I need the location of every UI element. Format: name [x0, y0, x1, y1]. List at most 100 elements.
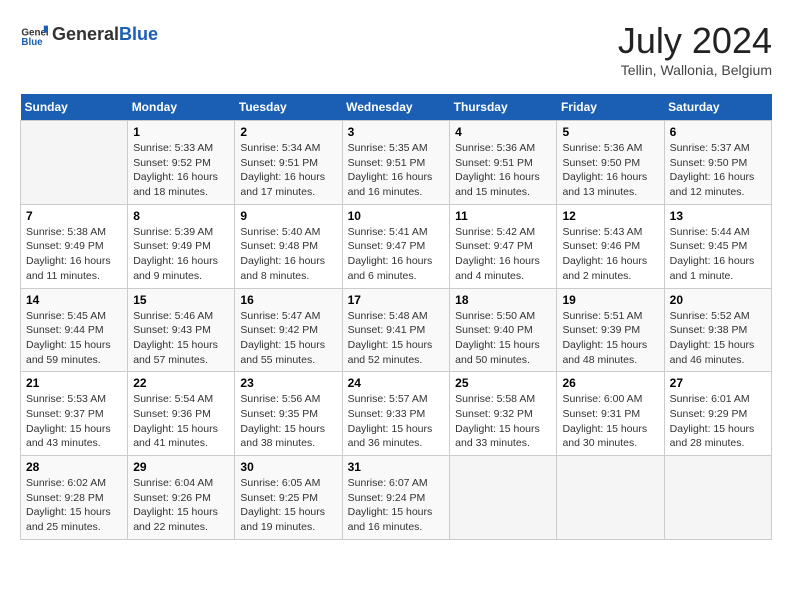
- logo-icon: General Blue: [20, 20, 48, 48]
- calendar-cell: 15 Sunrise: 5:46 AMSunset: 9:43 PMDayligh…: [128, 288, 235, 372]
- day-number: 26: [562, 376, 658, 390]
- calendar-cell: 17 Sunrise: 5:48 AMSunset: 9:41 PMDayligh…: [342, 288, 450, 372]
- day-number: 31: [348, 460, 445, 474]
- calendar-week-row: 14 Sunrise: 5:45 AMSunset: 9:44 PMDayligh…: [21, 288, 772, 372]
- calendar-cell: 31 Sunrise: 6:07 AMSunset: 9:24 PMDayligh…: [342, 456, 450, 540]
- day-detail: Sunrise: 5:50 AMSunset: 9:40 PMDaylight:…: [455, 309, 551, 368]
- day-number: 25: [455, 376, 551, 390]
- svg-text:Blue: Blue: [21, 37, 43, 48]
- day-number: 22: [133, 376, 229, 390]
- day-detail: Sunrise: 6:05 AMSunset: 9:25 PMDaylight:…: [240, 476, 336, 535]
- calendar-cell: 23 Sunrise: 5:56 AMSunset: 9:35 PMDayligh…: [235, 372, 342, 456]
- day-detail: Sunrise: 5:41 AMSunset: 9:47 PMDaylight:…: [348, 225, 445, 284]
- day-detail: Sunrise: 5:56 AMSunset: 9:35 PMDaylight:…: [240, 392, 336, 451]
- calendar-cell: 10 Sunrise: 5:41 AMSunset: 9:47 PMDayligh…: [342, 204, 450, 288]
- day-detail: Sunrise: 5:52 AMSunset: 9:38 PMDaylight:…: [670, 309, 766, 368]
- day-number: 24: [348, 376, 445, 390]
- day-detail: Sunrise: 5:43 AMSunset: 9:46 PMDaylight:…: [562, 225, 658, 284]
- location-subtitle: Tellin, Wallonia, Belgium: [618, 62, 772, 78]
- day-of-week-header: Saturday: [664, 94, 771, 121]
- day-number: 17: [348, 293, 445, 307]
- day-detail: Sunrise: 5:45 AMSunset: 9:44 PMDaylight:…: [26, 309, 122, 368]
- day-number: 6: [670, 125, 766, 139]
- page-header: General Blue GeneralBlue July 2024 Telli…: [20, 20, 772, 78]
- calendar-cell: 25 Sunrise: 5:58 AMSunset: 9:32 PMDayligh…: [450, 372, 557, 456]
- calendar-cell: 20 Sunrise: 5:52 AMSunset: 9:38 PMDayligh…: [664, 288, 771, 372]
- day-detail: Sunrise: 5:39 AMSunset: 9:49 PMDaylight:…: [133, 225, 229, 284]
- calendar-header-row: SundayMondayTuesdayWednesdayThursdayFrid…: [21, 94, 772, 121]
- calendar-week-row: 28 Sunrise: 6:02 AMSunset: 9:28 PMDayligh…: [21, 456, 772, 540]
- day-detail: Sunrise: 5:33 AMSunset: 9:52 PMDaylight:…: [133, 141, 229, 200]
- day-of-week-header: Tuesday: [235, 94, 342, 121]
- day-of-week-header: Thursday: [450, 94, 557, 121]
- logo-text: General: [52, 24, 119, 44]
- day-number: 27: [670, 376, 766, 390]
- day-detail: Sunrise: 5:53 AMSunset: 9:37 PMDaylight:…: [26, 392, 122, 451]
- day-of-week-header: Monday: [128, 94, 235, 121]
- calendar-cell: 3 Sunrise: 5:35 AMSunset: 9:51 PMDaylight…: [342, 121, 450, 205]
- calendar-cell: [664, 456, 771, 540]
- day-number: 4: [455, 125, 551, 139]
- day-number: 11: [455, 209, 551, 223]
- calendar-cell: 12Sunrise: 5:43 AMSunset: 9:46 PMDayligh…: [557, 204, 664, 288]
- calendar-cell: 14 Sunrise: 5:45 AMSunset: 9:44 PMDayligh…: [21, 288, 128, 372]
- day-detail: Sunrise: 6:07 AMSunset: 9:24 PMDaylight:…: [348, 476, 445, 535]
- calendar-week-row: 21Sunrise: 5:53 AMSunset: 9:37 PMDayligh…: [21, 372, 772, 456]
- day-detail: Sunrise: 5:48 AMSunset: 9:41 PMDaylight:…: [348, 309, 445, 368]
- calendar-table: SundayMondayTuesdayWednesdayThursdayFrid…: [20, 94, 772, 540]
- day-of-week-header: Wednesday: [342, 94, 450, 121]
- day-detail: Sunrise: 6:02 AMSunset: 9:28 PMDaylight:…: [26, 476, 122, 535]
- logo: General Blue GeneralBlue: [20, 20, 158, 48]
- calendar-cell: 27 Sunrise: 6:01 AMSunset: 9:29 PMDayligh…: [664, 372, 771, 456]
- day-detail: Sunrise: 5:57 AMSunset: 9:33 PMDaylight:…: [348, 392, 445, 451]
- day-detail: Sunrise: 6:00 AMSunset: 9:31 PMDaylight:…: [562, 392, 658, 451]
- day-number: 28: [26, 460, 122, 474]
- title-section: July 2024 Tellin, Wallonia, Belgium: [618, 20, 772, 78]
- day-detail: Sunrise: 5:46 AMSunset: 9:43 PMDaylight:…: [133, 309, 229, 368]
- calendar-cell: 28 Sunrise: 6:02 AMSunset: 9:28 PMDayligh…: [21, 456, 128, 540]
- day-detail: Sunrise: 5:35 AMSunset: 9:51 PMDaylight:…: [348, 141, 445, 200]
- calendar-cell: [21, 121, 128, 205]
- day-detail: Sunrise: 5:37 AMSunset: 9:50 PMDaylight:…: [670, 141, 766, 200]
- logo-blue-text: Blue: [119, 24, 158, 44]
- day-number: 1: [133, 125, 229, 139]
- day-number: 5: [562, 125, 658, 139]
- calendar-cell: 11 Sunrise: 5:42 AMSunset: 9:47 PMDayligh…: [450, 204, 557, 288]
- day-number: 3: [348, 125, 445, 139]
- day-of-week-header: Sunday: [21, 94, 128, 121]
- calendar-cell: 5Sunrise: 5:36 AMSunset: 9:50 PMDaylight…: [557, 121, 664, 205]
- day-number: 8: [133, 209, 229, 223]
- day-detail: Sunrise: 5:34 AMSunset: 9:51 PMDaylight:…: [240, 141, 336, 200]
- day-number: 30: [240, 460, 336, 474]
- calendar-cell: 24 Sunrise: 5:57 AMSunset: 9:33 PMDayligh…: [342, 372, 450, 456]
- day-detail: Sunrise: 5:38 AMSunset: 9:49 PMDaylight:…: [26, 225, 122, 284]
- day-number: 23: [240, 376, 336, 390]
- calendar-week-row: 1 Sunrise: 5:33 AMSunset: 9:52 PMDaylight…: [21, 121, 772, 205]
- day-number: 16: [240, 293, 336, 307]
- calendar-cell: 16 Sunrise: 5:47 AMSunset: 9:42 PMDayligh…: [235, 288, 342, 372]
- day-number: 13: [670, 209, 766, 223]
- day-detail: Sunrise: 5:51 AMSunset: 9:39 PMDaylight:…: [562, 309, 658, 368]
- day-detail: Sunrise: 5:58 AMSunset: 9:32 PMDaylight:…: [455, 392, 551, 451]
- calendar-cell: 2 Sunrise: 5:34 AMSunset: 9:51 PMDaylight…: [235, 121, 342, 205]
- calendar-cell: 1 Sunrise: 5:33 AMSunset: 9:52 PMDaylight…: [128, 121, 235, 205]
- day-of-week-header: Friday: [557, 94, 664, 121]
- day-number: 10: [348, 209, 445, 223]
- day-number: 19: [562, 293, 658, 307]
- day-number: 14: [26, 293, 122, 307]
- calendar-cell: 6 Sunrise: 5:37 AMSunset: 9:50 PMDaylight…: [664, 121, 771, 205]
- calendar-cell: 18 Sunrise: 5:50 AMSunset: 9:40 PMDayligh…: [450, 288, 557, 372]
- day-number: 18: [455, 293, 551, 307]
- day-detail: Sunrise: 5:42 AMSunset: 9:47 PMDaylight:…: [455, 225, 551, 284]
- day-number: 2: [240, 125, 336, 139]
- day-number: 20: [670, 293, 766, 307]
- calendar-week-row: 7Sunrise: 5:38 AMSunset: 9:49 PMDaylight…: [21, 204, 772, 288]
- day-number: 15: [133, 293, 229, 307]
- day-detail: Sunrise: 6:01 AMSunset: 9:29 PMDaylight:…: [670, 392, 766, 451]
- calendar-cell: [557, 456, 664, 540]
- calendar-cell: 21Sunrise: 5:53 AMSunset: 9:37 PMDayligh…: [21, 372, 128, 456]
- day-detail: Sunrise: 5:47 AMSunset: 9:42 PMDaylight:…: [240, 309, 336, 368]
- day-detail: Sunrise: 5:44 AMSunset: 9:45 PMDaylight:…: [670, 225, 766, 284]
- calendar-cell: 8 Sunrise: 5:39 AMSunset: 9:49 PMDaylight…: [128, 204, 235, 288]
- day-detail: Sunrise: 5:36 AMSunset: 9:51 PMDaylight:…: [455, 141, 551, 200]
